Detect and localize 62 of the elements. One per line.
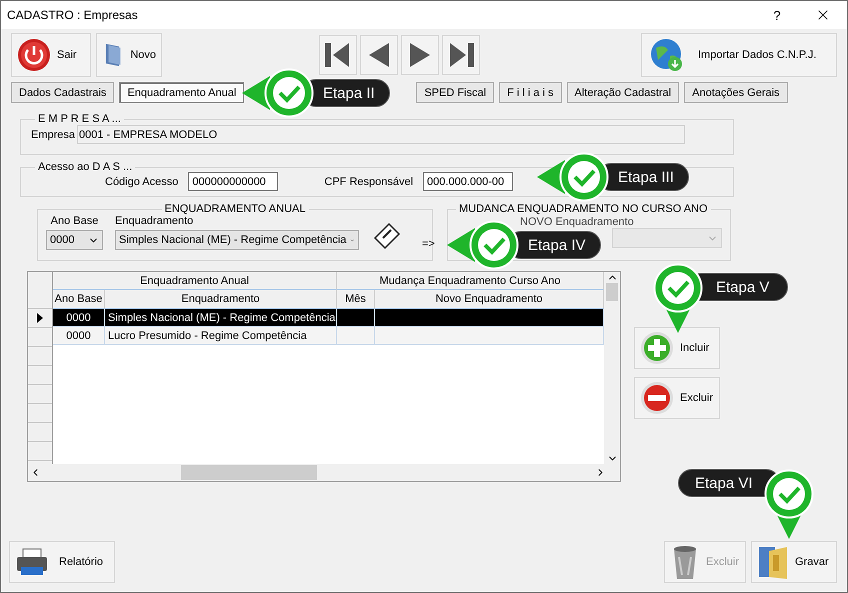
tab[interactable]: Anotações Gerais (684, 82, 788, 103)
notepad-icon (371, 220, 401, 250)
window-title: CADASTRO : Empresas (7, 8, 139, 22)
check-marker-icon (537, 152, 609, 202)
delete-button[interactable]: Excluir (634, 377, 720, 419)
column-header[interactable]: Mês (337, 290, 375, 309)
report-button[interactable]: Relatório (9, 541, 115, 583)
minus-icon (640, 381, 674, 415)
tab[interactable]: Dados Cadastrais (11, 82, 114, 103)
column-header[interactable]: Ano Base (53, 290, 105, 309)
group-legend: MUDANCA ENQUADRAMENTO NO CURSO ANO (456, 203, 711, 215)
table-row[interactable]: 0000 Simples Nacional (ME) - Regime Competência (53, 309, 604, 327)
check-marker-icon (242, 68, 314, 118)
help-button[interactable]: ? (755, 8, 799, 22)
field-label: CPF Responsável (324, 176, 414, 188)
table-cell: Lucro Presumido - Regime Competência (108, 330, 307, 342)
field-label: Enquadramento (115, 215, 194, 227)
group-legend: Acesso ao D A S ... (35, 161, 136, 173)
check-marker-icon (764, 469, 814, 539)
include-button[interactable]: Incluir (634, 327, 720, 369)
save-button[interactable]: Gravar (751, 541, 837, 583)
check-marker-icon (653, 263, 703, 333)
column-group-header: Enquadramento Anual (53, 272, 337, 290)
globe-icon (650, 38, 684, 72)
nav-button[interactable] (401, 35, 439, 75)
field-label: Empresa (31, 128, 76, 140)
new-button[interactable]: Novo (96, 33, 162, 77)
field-label: Código Acesso (105, 176, 178, 188)
nav-button[interactable] (360, 35, 398, 75)
exit-button[interactable]: Sair (11, 33, 91, 77)
enquadramento-dropdown[interactable]: Simples Nacional (ME) - Regime Competência (115, 230, 359, 250)
year-dropdown[interactable]: 0000 (46, 230, 103, 250)
scroll-thumb[interactable] (181, 465, 317, 480)
table-cell: 0000 (66, 312, 91, 324)
power-icon (17, 38, 51, 72)
field-label: NOVO Enquadramento (520, 216, 635, 228)
input-field[interactable]: 000.000.000-00 (423, 172, 514, 191)
table-cell: 0000 (66, 330, 91, 342)
printer-icon (15, 547, 49, 577)
tab[interactable]: Alteração Cadastral (566, 82, 680, 103)
column-group-header: Mudança Enquadramento Curso Ano (337, 272, 604, 290)
tab[interactable]: SPED Fiscal (416, 82, 494, 103)
plus-icon (640, 331, 674, 365)
company-field[interactable]: 0001 - EMPRESA MODELO (77, 125, 685, 144)
group-legend: E M P R E S A ... (35, 113, 124, 125)
horizontal-scrollbar[interactable] (28, 464, 620, 481)
field-label: Ano Base (50, 215, 98, 227)
input-field[interactable]: 000000000000 (188, 172, 278, 191)
column-header[interactable]: Novo Enquadramento (375, 290, 604, 309)
row-pointer-icon (36, 313, 44, 323)
import-button[interactable]: Importar Dados C.N.P.J. (641, 33, 837, 77)
column-header[interactable]: Enquadramento (105, 290, 337, 309)
table-cell: Simples Nacional (ME) - Regime Competência (108, 312, 336, 324)
table-row[interactable]: 0000 Lucro Presumido - Regime Competência (53, 327, 604, 345)
tab[interactable]: F i l i a i s (499, 82, 562, 103)
group-legend: ENQUADRAMENTO ANUAL (162, 203, 308, 215)
nav-button[interactable] (442, 35, 480, 75)
vertical-scrollbar[interactable] (604, 272, 620, 464)
tab[interactable]: Enquadramento Anual (119, 82, 244, 103)
arrow-text: => (422, 238, 435, 250)
nav-button[interactable] (319, 35, 357, 75)
scroll-thumb[interactable] (606, 283, 618, 301)
